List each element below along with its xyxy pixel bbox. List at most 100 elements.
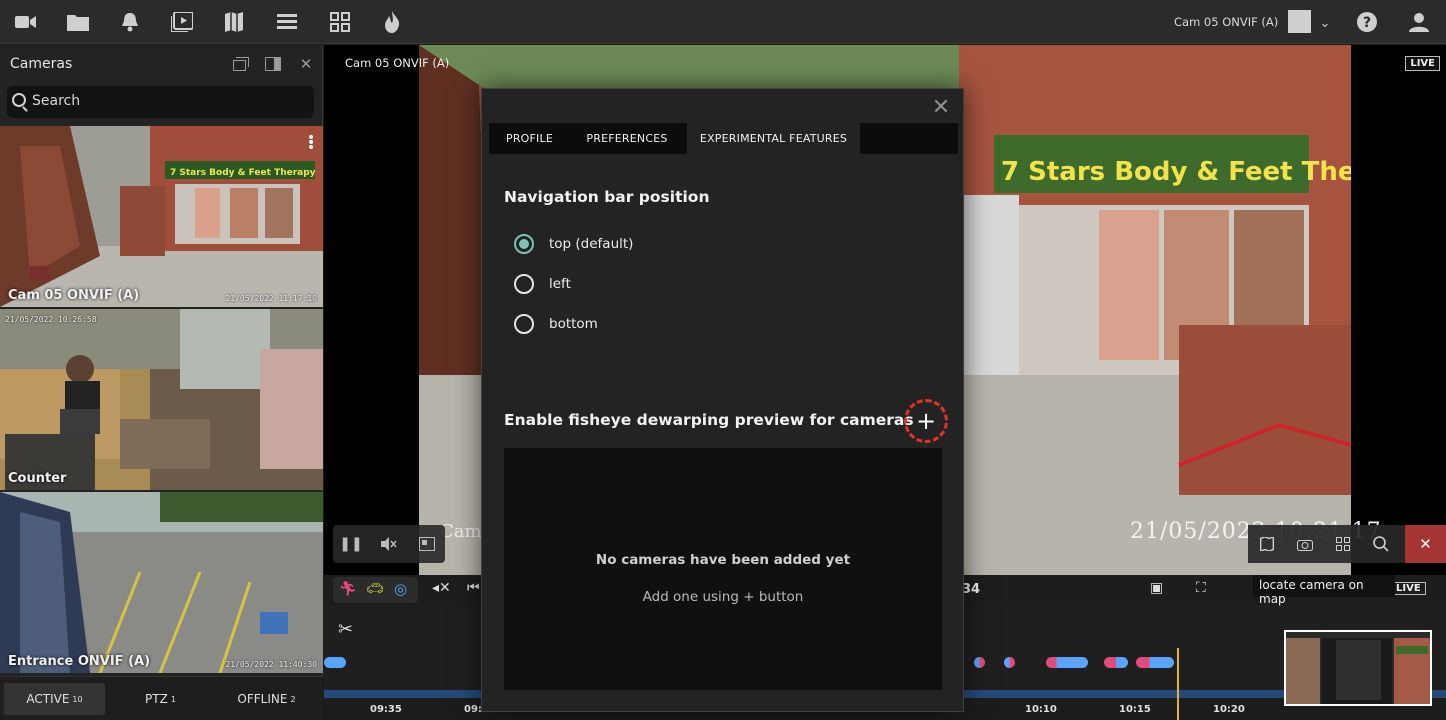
face-detection-icon[interactable]: ◎ bbox=[394, 580, 407, 598]
map-icon[interactable] bbox=[222, 10, 246, 34]
camera-preview-image bbox=[0, 309, 323, 490]
camera-name: Cam 05 ONVIF (A) bbox=[8, 288, 140, 303]
playback-icon[interactable] bbox=[170, 10, 194, 34]
film-icon[interactable]: ▣ bbox=[1150, 580, 1163, 596]
timeline-tick: 10:20 bbox=[1213, 704, 1245, 715]
timeline-tick: 10:15 bbox=[1119, 704, 1151, 715]
chevron-down-icon[interactable]: ⌄ bbox=[1313, 11, 1337, 35]
empty-state-title: No cameras have been added yet bbox=[595, 552, 851, 568]
timeline-live-badge[interactable]: LIVE bbox=[1391, 582, 1426, 595]
store-sign: 7 Stars Body & Feet Therapy bbox=[170, 168, 316, 178]
close-icon[interactable]: ✕ bbox=[931, 95, 951, 120]
camera-preview-image: 7 Stars Body & Feet Therapy bbox=[0, 126, 323, 307]
list-icon[interactable] bbox=[275, 10, 299, 34]
tab-offline[interactable]: OFFLINE 2 bbox=[216, 683, 317, 715]
svg-text:?: ? bbox=[1363, 15, 1371, 31]
grid-icon[interactable] bbox=[328, 10, 352, 34]
bell-icon[interactable] bbox=[118, 10, 142, 34]
camera-thumbnail[interactable]: 7 Stars Body & Feet Therapy ••• 21/05/20… bbox=[0, 126, 323, 307]
section-title: Navigation bar position bbox=[504, 188, 710, 206]
tab-profile[interactable]: PROFILE bbox=[489, 123, 570, 154]
layout-selector[interactable] bbox=[1288, 10, 1311, 33]
cameras-sidebar: Cameras ✕ 7 Stars Body & Feet Therapy ••… bbox=[0, 45, 323, 720]
camera-name: Entrance ONVIF (A) bbox=[8, 654, 151, 669]
timeline-event[interactable] bbox=[324, 657, 346, 668]
tooltip: locate camera on map bbox=[1253, 575, 1395, 606]
sidebar-title: Cameras bbox=[10, 56, 73, 72]
minimap-preview[interactable] bbox=[1284, 630, 1432, 706]
store-sign: 7 Stars Body & Feet Therapy bbox=[1001, 157, 1351, 187]
radio-option-bottom[interactable]: bottom bbox=[514, 313, 598, 335]
camera-overlay-controls: ✕ bbox=[1248, 525, 1446, 563]
settings-tabs: PROFILE PREFERENCES EXPERIMENTAL FEATURE… bbox=[489, 123, 958, 154]
camera-filter-tabs: ACTIVE 10 PTZ 1 OFFLINE 2 bbox=[0, 676, 323, 720]
tab-count: 2 bbox=[290, 694, 296, 704]
camera-preview-image bbox=[0, 492, 323, 673]
tab-count: 1 bbox=[170, 694, 176, 704]
tab-count: 10 bbox=[72, 694, 83, 704]
timeline-tick: 09: bbox=[464, 704, 482, 715]
grid-icon[interactable] bbox=[1324, 525, 1362, 563]
radio-button[interactable] bbox=[514, 314, 534, 334]
dock-icon[interactable] bbox=[263, 54, 283, 74]
radio-button[interactable] bbox=[514, 234, 534, 254]
timeline-event[interactable] bbox=[1104, 657, 1128, 668]
camera-thumbnail[interactable]: 21/05/2022 10:26:58 Counter bbox=[0, 309, 323, 490]
minimap-image bbox=[1286, 632, 1430, 704]
settings-dialog: ✕ PROFILE PREFERENCES EXPERIMENTAL FEATU… bbox=[481, 88, 964, 712]
vehicle-icon[interactable]: 🚗︎ bbox=[366, 581, 384, 597]
top-nav-bar: Cam 05 ONVIF (A) ⌄ ? bbox=[0, 0, 1446, 44]
skip-back-icon[interactable]: ⏮︎ bbox=[467, 580, 480, 596]
rewind-icon[interactable]: ◂✕ bbox=[432, 580, 451, 596]
close-icon[interactable]: ✕ bbox=[1405, 525, 1446, 563]
zoom-icon[interactable] bbox=[1362, 525, 1400, 563]
popout-icon[interactable] bbox=[231, 54, 251, 74]
help-icon[interactable]: ? bbox=[1355, 10, 1379, 34]
pause-icon[interactable]: ❚❚ bbox=[339, 534, 362, 554]
event-filter-group: 🏃︎ 🚗︎ ◎ bbox=[333, 577, 418, 603]
timeline-event[interactable] bbox=[974, 657, 985, 668]
user-icon[interactable] bbox=[1407, 10, 1431, 34]
radio-button[interactable] bbox=[514, 274, 534, 294]
aspect-ratio-icon[interactable] bbox=[417, 534, 437, 554]
video-controls: ❚❚ bbox=[333, 525, 445, 563]
fire-icon[interactable] bbox=[380, 10, 404, 34]
more-options-icon[interactable]: ••• bbox=[307, 131, 315, 155]
radio-option-left[interactable]: left bbox=[514, 273, 571, 295]
tab-active[interactable]: ACTIVE 10 bbox=[4, 683, 105, 715]
fullscreen-icon[interactable]: ⛶ bbox=[1196, 580, 1206, 596]
thumbnail-timestamp: 21/05/2022 11:40:30 bbox=[225, 660, 317, 669]
search-input[interactable] bbox=[32, 93, 302, 109]
playhead[interactable] bbox=[1177, 648, 1179, 720]
radio-label: top (default) bbox=[549, 236, 634, 252]
timeline-event[interactable] bbox=[1004, 657, 1015, 668]
close-icon[interactable]: ✕ bbox=[296, 54, 316, 74]
tab-experimental-features[interactable]: EXPERIMENTAL FEATURES bbox=[687, 123, 860, 154]
timeline-event[interactable] bbox=[1136, 657, 1174, 668]
folder-icon[interactable] bbox=[66, 10, 90, 34]
tab-ptz[interactable]: PTZ 1 bbox=[110, 683, 211, 715]
empty-state-subtitle: Add one using + button bbox=[642, 589, 804, 605]
camera-name: Counter bbox=[8, 471, 67, 486]
video-title: Cam 05 ONVIF (A) bbox=[345, 56, 450, 70]
timeline-tick: 09:35 bbox=[370, 704, 402, 715]
thumbnail-timestamp: 21/05/2022 10:26:58 bbox=[5, 315, 97, 324]
map-icon[interactable] bbox=[1248, 525, 1286, 563]
scissors-icon[interactable]: ✂ bbox=[338, 619, 353, 640]
current-camera-title: Cam 05 ONVIF (A) bbox=[1174, 15, 1279, 29]
snapshot-icon[interactable] bbox=[1286, 525, 1324, 563]
radio-option-top[interactable]: top (default) bbox=[514, 233, 633, 255]
tab-preferences[interactable]: PREFERENCES bbox=[570, 123, 684, 154]
time-readout: 34 bbox=[962, 582, 981, 597]
add-camera-button[interactable]: + bbox=[904, 399, 948, 443]
timeline-event[interactable] bbox=[1046, 657, 1088, 668]
section-title: Enable fisheye dewarping preview for cam… bbox=[504, 411, 914, 429]
fisheye-camera-list: No cameras have been added yet Add one u… bbox=[504, 448, 942, 690]
search-box[interactable] bbox=[7, 86, 314, 118]
motion-person-icon[interactable]: 🏃︎ bbox=[339, 581, 357, 597]
live-badge: LIVE bbox=[1405, 56, 1440, 71]
radio-label: bottom bbox=[549, 316, 598, 332]
video-camera-icon[interactable] bbox=[14, 10, 38, 34]
mute-icon[interactable] bbox=[379, 534, 399, 554]
camera-thumbnail[interactable]: 21/05/2022 11:40:30 Entrance ONVIF (A) bbox=[0, 492, 323, 673]
